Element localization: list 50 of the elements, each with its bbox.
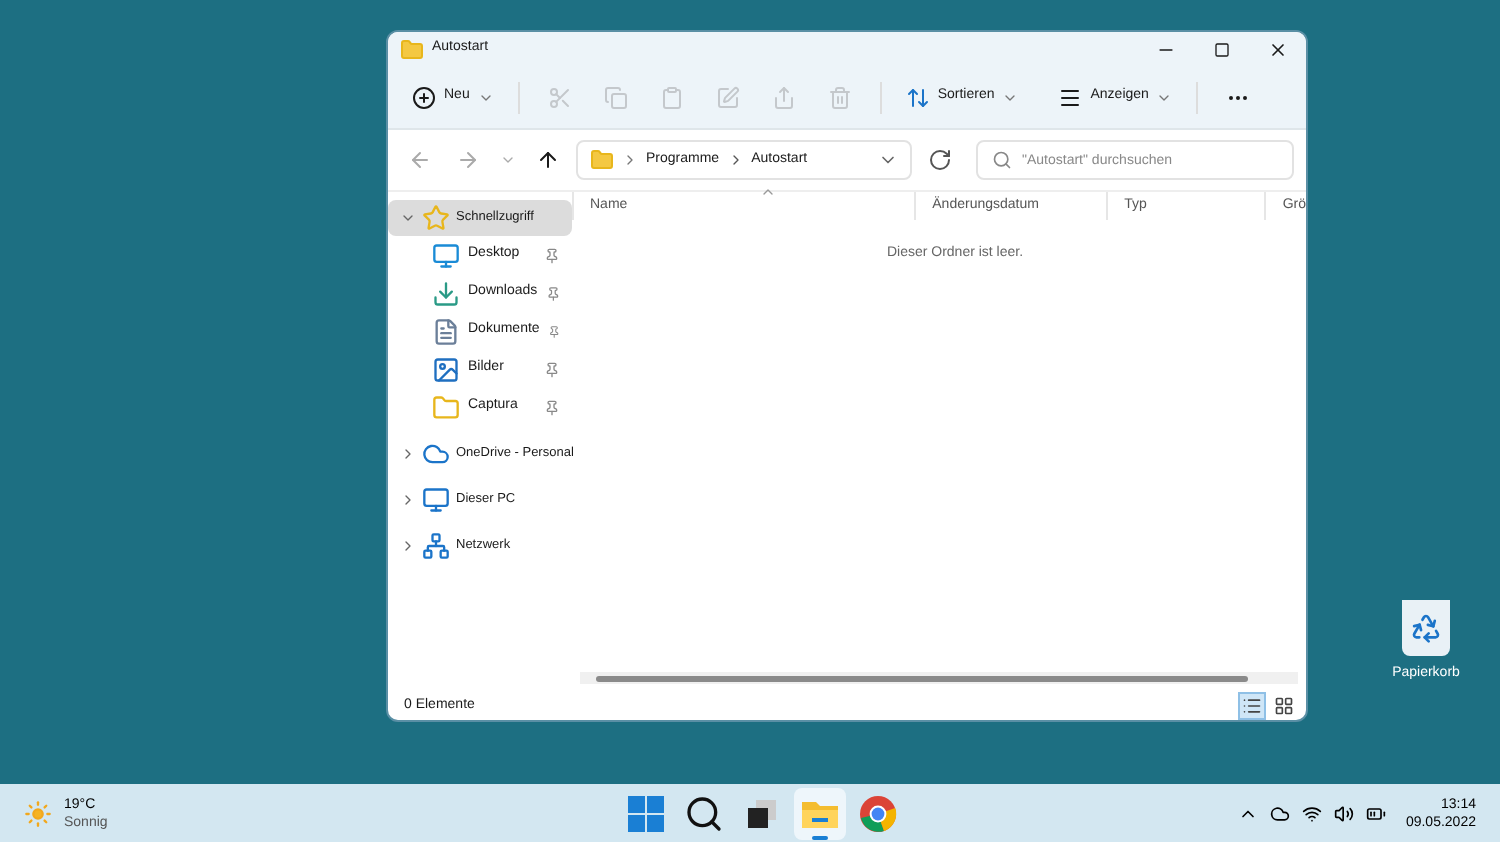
volume-icon[interactable] (1333, 803, 1354, 823)
refresh-icon (928, 148, 952, 172)
copy-icon (603, 85, 628, 109)
chevron-right-icon[interactable] (400, 538, 416, 554)
list-icon (1242, 696, 1262, 716)
chevron-right-icon[interactable] (400, 492, 416, 508)
recycle-icon (1410, 612, 1442, 644)
caret-icon (500, 152, 516, 168)
star-icon (422, 204, 450, 232)
document-icon (432, 317, 460, 345)
monitor-icon (422, 486, 450, 514)
chevron-right-icon[interactable] (400, 446, 416, 462)
up-arrow-icon (536, 148, 560, 172)
windows-logo-icon (626, 793, 666, 833)
search-icon (684, 793, 724, 833)
details-view-button[interactable] (1238, 692, 1266, 720)
plus-icon (412, 85, 436, 109)
monitor-icon (432, 241, 460, 269)
cloud-icon (422, 440, 450, 468)
grid-icon (1274, 696, 1294, 716)
picture-icon (432, 355, 460, 383)
sun-icon (24, 799, 52, 827)
forward-arrow-icon (456, 148, 480, 172)
trash-icon (827, 85, 852, 109)
scissors-icon (547, 85, 572, 109)
folder-icon (400, 37, 424, 61)
sort-icon (905, 85, 930, 109)
cloud-icon[interactable] (1269, 803, 1290, 823)
sort-indicator-icon (760, 184, 776, 200)
recycle-bin-icon[interactable] (1402, 600, 1450, 656)
wifi-icon[interactable] (1301, 803, 1322, 823)
folder-icon (432, 393, 460, 421)
share-icon (771, 85, 796, 109)
maximize-icon (1214, 41, 1230, 57)
download-icon (432, 279, 460, 307)
active-indicator (812, 835, 828, 839)
pen-icon (715, 85, 740, 109)
back-arrow-icon (408, 148, 432, 172)
search-icon (992, 150, 1012, 170)
chevron-right-icon (622, 152, 638, 168)
folder-icon (590, 148, 614, 172)
clipboard-icon (659, 85, 684, 109)
battery-icon[interactable] (1365, 803, 1386, 823)
network-icon (422, 532, 450, 560)
chevron-down-icon[interactable] (400, 210, 416, 226)
lines-icon (1058, 85, 1083, 109)
tiles-view-button[interactable] (1270, 692, 1298, 720)
chrome-logo-icon (858, 793, 898, 833)
close-icon (1268, 39, 1288, 59)
horizontal-scrollbar[interactable] (596, 675, 1248, 681)
